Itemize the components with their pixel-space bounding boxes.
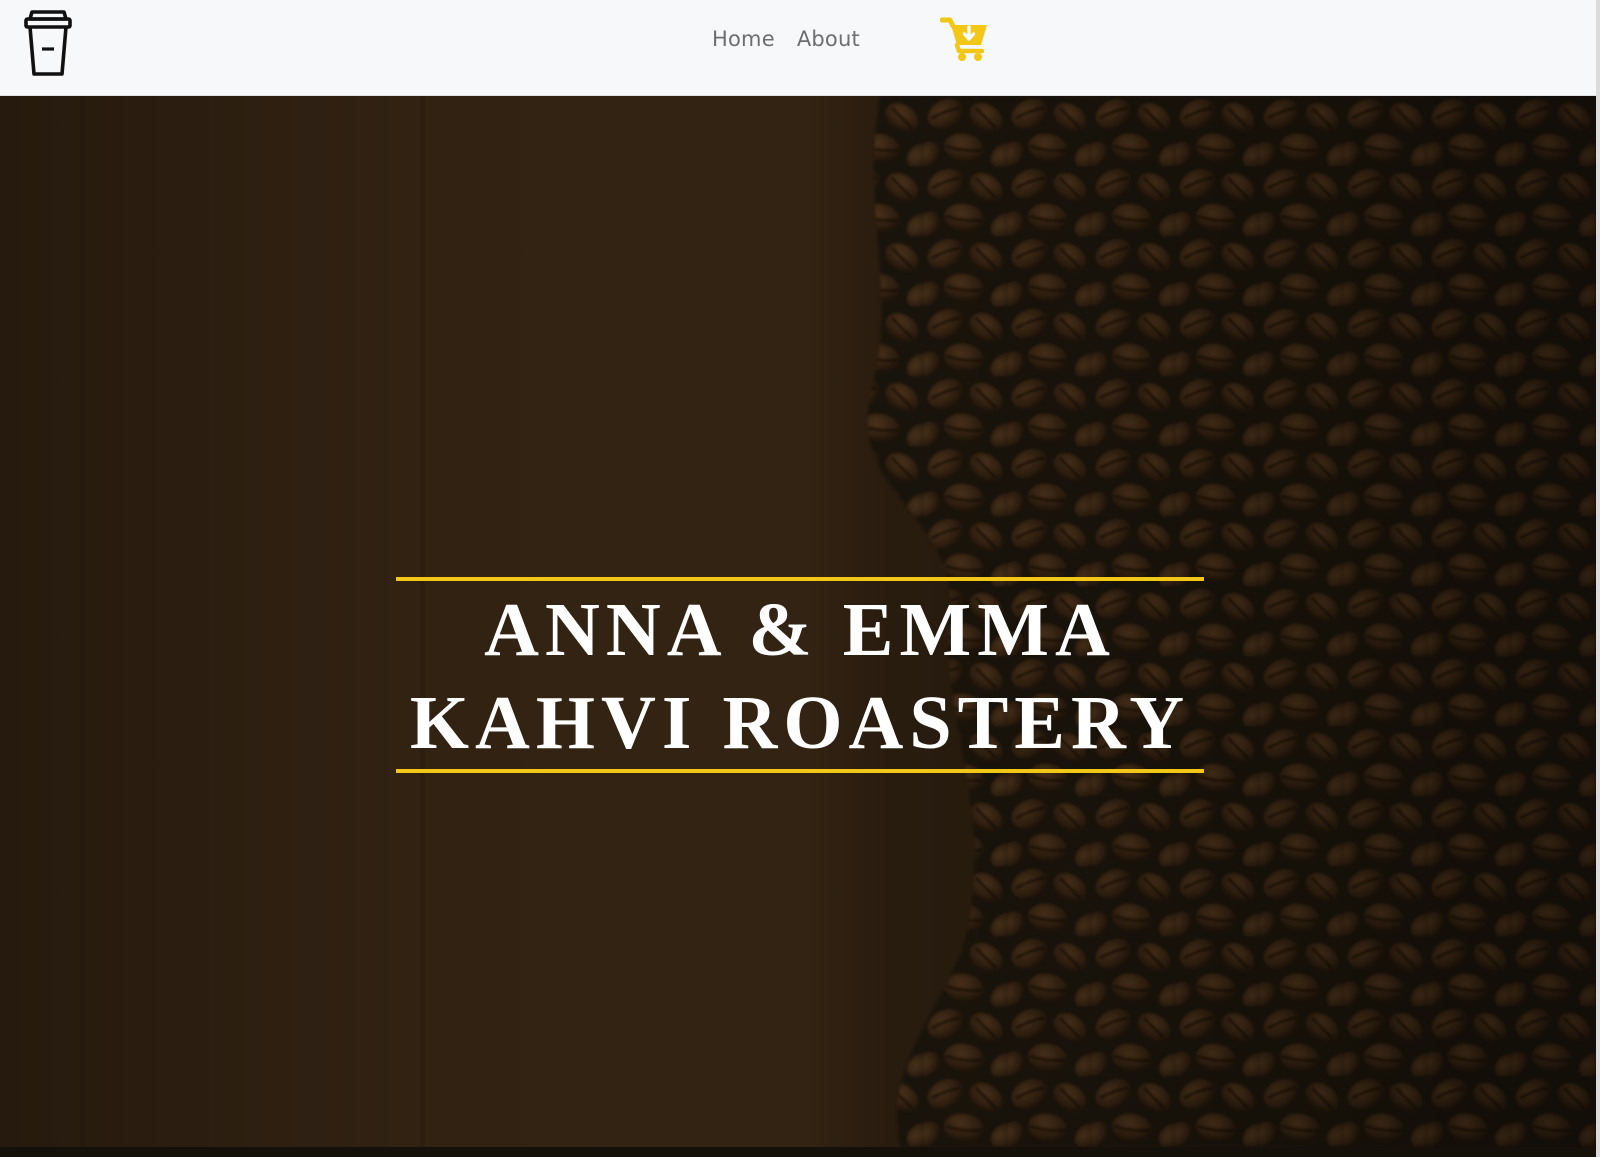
title-divider-bottom [396, 769, 1204, 773]
nav-link-home[interactable]: Home [712, 27, 775, 51]
page: Home About ANNA & EMMA KAHVI ROASTERY [0, 0, 1600, 1157]
shopping-cart-icon [939, 17, 987, 61]
hero-title-line-1: ANNA & EMMA [484, 588, 1116, 672]
nav-menu: Home About [712, 27, 860, 51]
cart-button[interactable] [939, 14, 990, 62]
top-navbar: Home About [0, 0, 1596, 96]
title-divider-top [396, 577, 1204, 581]
hero-title-block: ANNA & EMMA KAHVI ROASTERY [396, 577, 1204, 774]
scrollbar-track[interactable] [1596, 0, 1600, 1157]
nav-link-about[interactable]: About [797, 27, 860, 51]
logo[interactable] [20, 8, 76, 80]
coffee-cup-icon [24, 10, 72, 76]
hero-title-line-2: KAHVI ROASTERY [409, 681, 1191, 765]
bottom-edge [0, 1147, 1596, 1157]
